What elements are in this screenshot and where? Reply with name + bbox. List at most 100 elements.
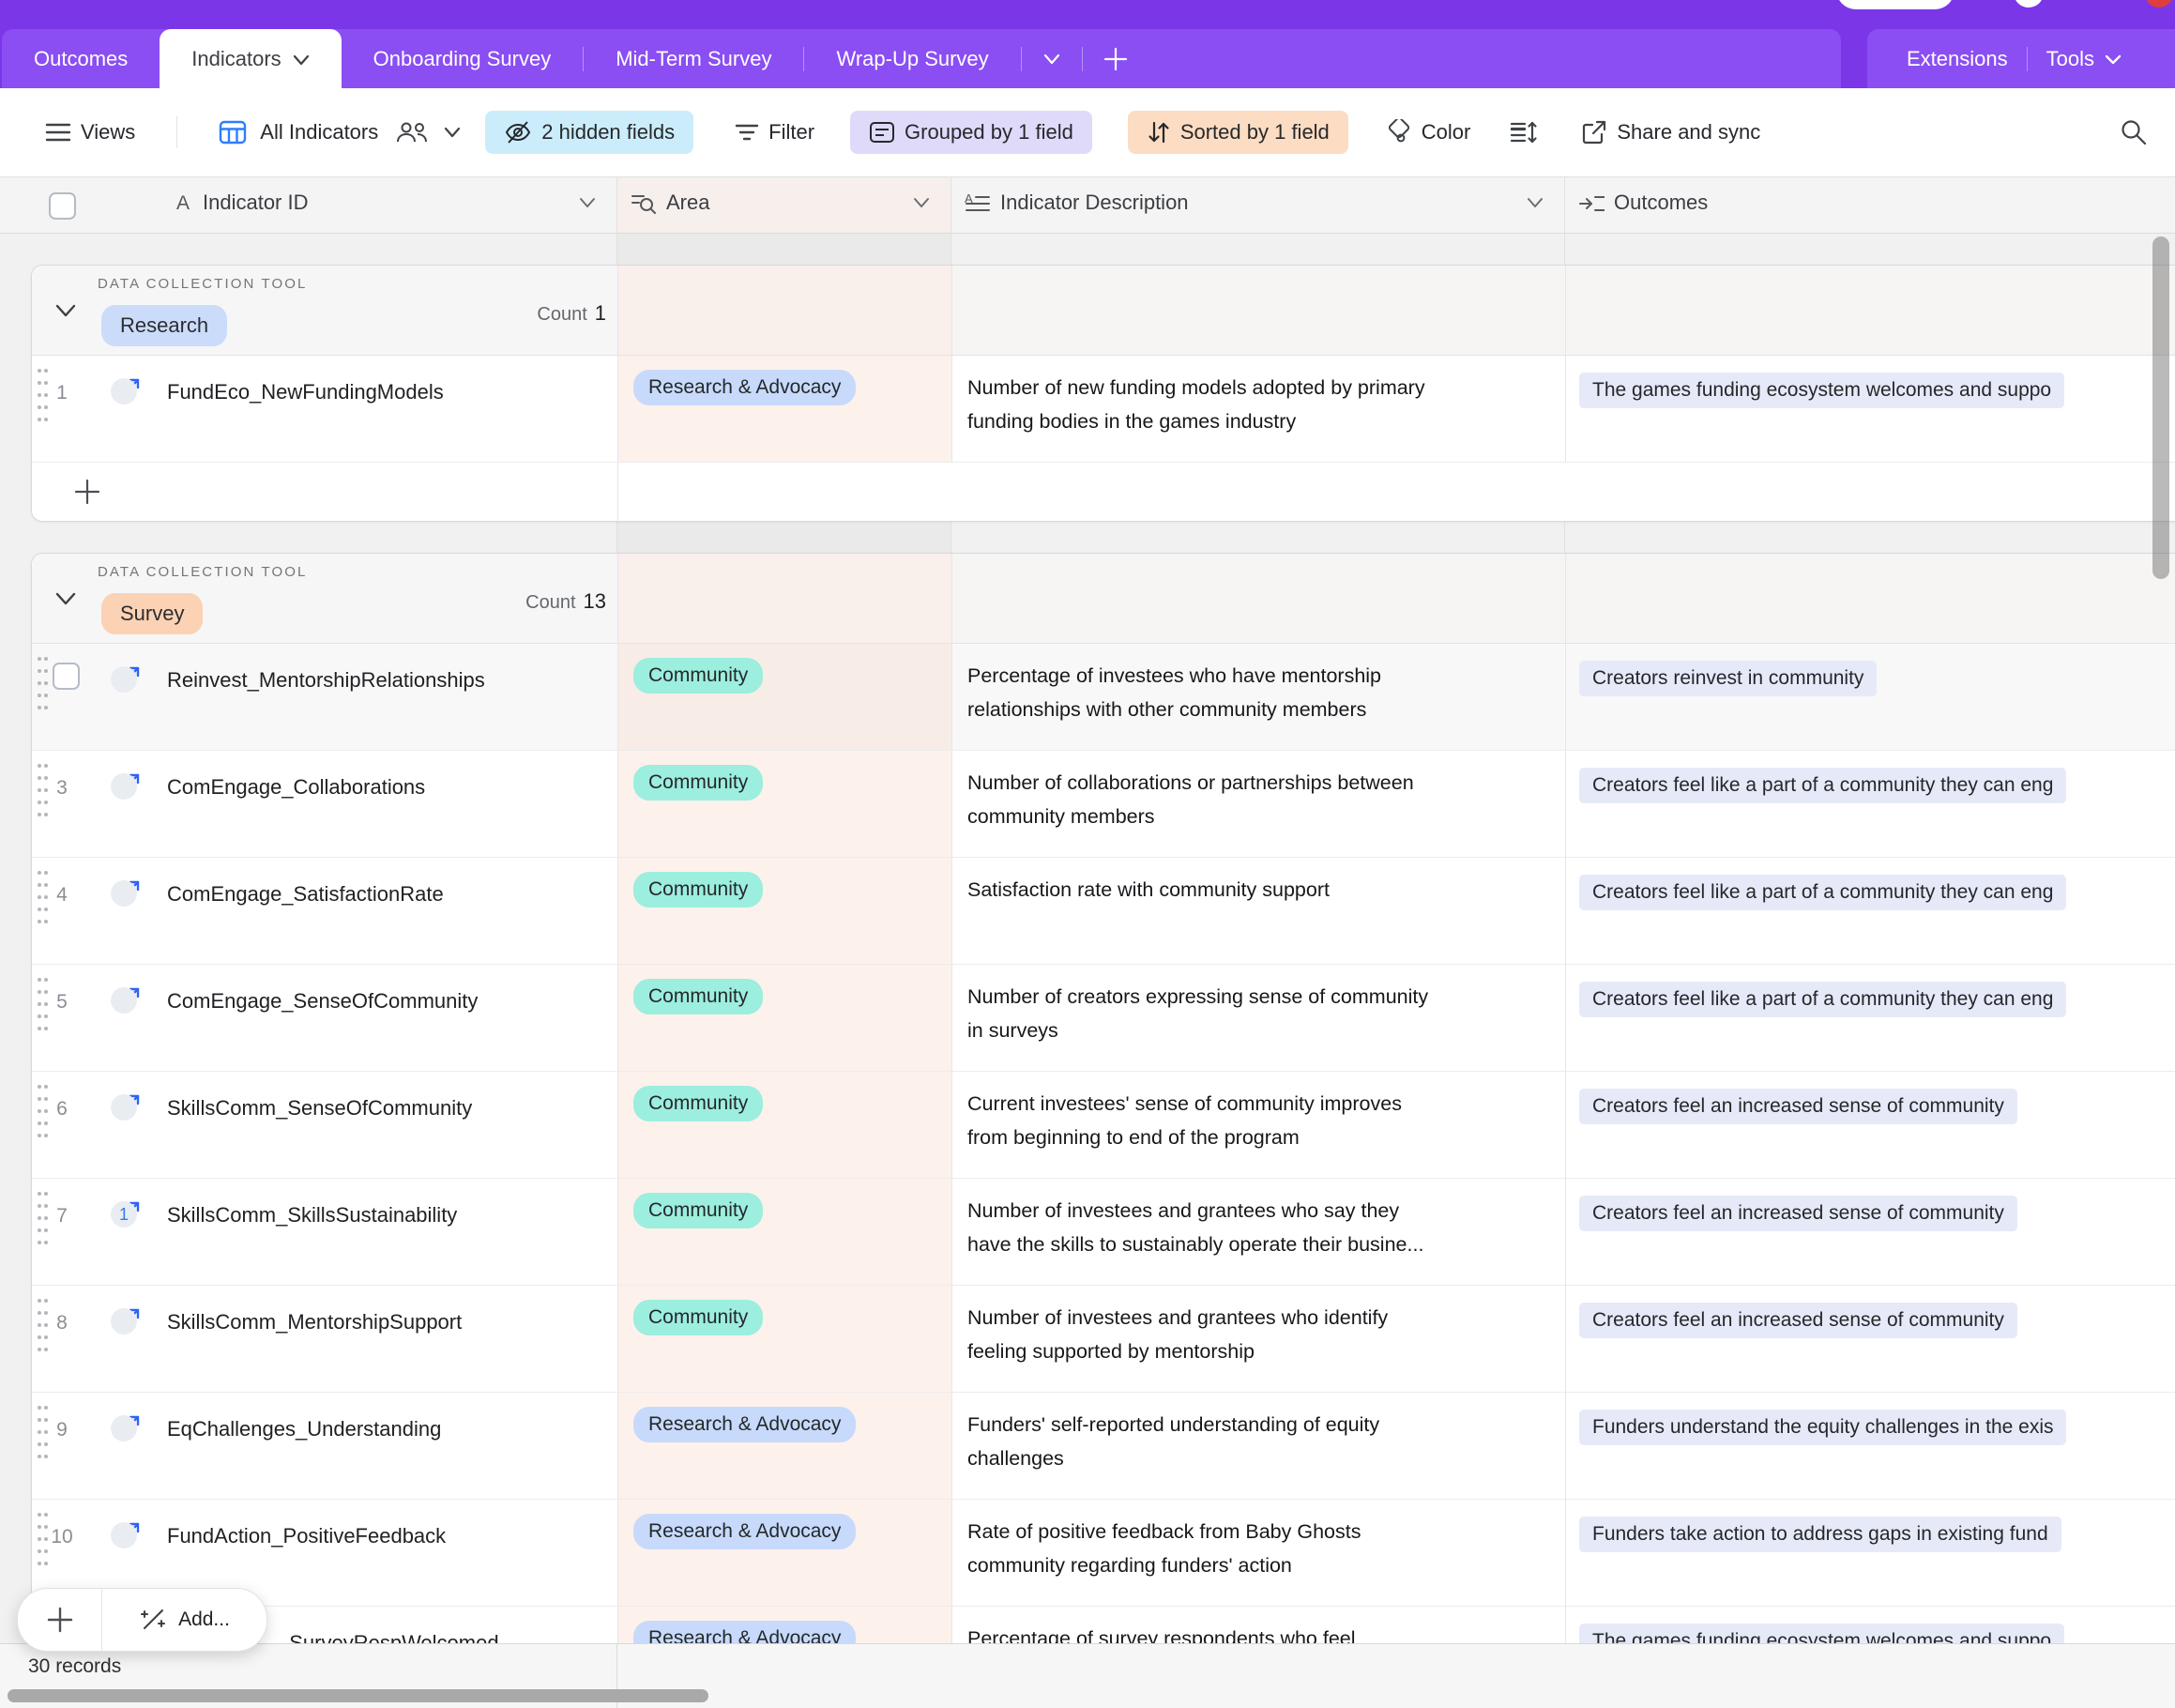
cell-indicator-id[interactable]: 6 SkillsComm_SenseOfCommunity	[32, 1072, 618, 1178]
comment-count-badge[interactable]	[111, 1522, 137, 1548]
cell-indicator-id[interactable]: 9 EqChallenges_Understanding	[32, 1393, 618, 1499]
view-switcher[interactable]: All Indicators	[219, 120, 461, 145]
cell-area[interactable]: Community	[618, 858, 952, 964]
comment-count-badge[interactable]	[111, 880, 137, 907]
comment-count-badge[interactable]	[111, 1308, 137, 1334]
horizontal-scrollbar[interactable]	[8, 1689, 708, 1702]
cell-description[interactable]: Funders' self-reported understanding of …	[952, 1393, 1566, 1499]
table-row[interactable]: 7 1 SkillsComm_SkillsSustainability Comm…	[32, 1179, 2175, 1286]
comment-count-badge[interactable]	[111, 1094, 137, 1121]
cell-area[interactable]: Community	[618, 1072, 952, 1178]
cell-outcomes[interactable]: Creators feel an increased sense of comm…	[1566, 1072, 2175, 1178]
column-header-indicator-description[interactable]: A Indicator Description	[951, 176, 1565, 233]
cell-outcomes[interactable]: Creators feel like a part of a community…	[1566, 858, 2175, 964]
group-button[interactable]: Grouped by 1 field	[850, 111, 1092, 154]
table-row[interactable]: 3 ComEngage_Collaborations Community Num…	[32, 751, 2175, 858]
table-row[interactable]: 9 EqChallenges_Understanding Research & …	[32, 1393, 2175, 1500]
table-row[interactable]: Reinvest_MentorshipRelationships Communi…	[32, 644, 2175, 751]
hidden-fields-button[interactable]: 2 hidden fields	[485, 111, 693, 154]
cell-area[interactable]: Community	[618, 1286, 952, 1392]
table-row[interactable]: 4 ComEngage_SatisfactionRate Community S…	[32, 858, 2175, 965]
cell-outcomes[interactable]: Creators feel like a part of a community…	[1566, 965, 2175, 1071]
filter-button[interactable]: Filter	[735, 120, 814, 145]
table-row[interactable]: 5 ComEngage_SenseOfCommunity Community N…	[32, 965, 2175, 1072]
table-row[interactable]: 10 FundAction_PositiveFeedback Research …	[32, 1500, 2175, 1607]
tab-indicators[interactable]: Indicators	[160, 29, 341, 88]
column-header-outcomes[interactable]: Outcomes	[1565, 176, 2175, 233]
add-table-button[interactable]	[1083, 29, 1148, 88]
cell-outcomes[interactable]: Creators feel an increased sense of comm…	[1566, 1179, 2175, 1285]
cell-description[interactable]: Percentage of survey respondents who fee…	[952, 1607, 1566, 1644]
cell-description[interactable]: Satisfaction rate with community support	[952, 858, 1566, 964]
select-all-checkbox[interactable]	[49, 192, 76, 220]
cell-area[interactable]: Research & Advocacy	[618, 1500, 952, 1606]
table-row[interactable]: _SurveyRespWelcomed Research & Advocacy …	[32, 1607, 2175, 1644]
cell-indicator-id[interactable]: 7 1 SkillsComm_SkillsSustainability	[32, 1179, 618, 1285]
chevron-down-icon[interactable]	[913, 197, 930, 208]
cell-description[interactable]: Percentage of investees who have mentors…	[952, 644, 1566, 750]
vertical-scrollbar[interactable]	[2152, 236, 2169, 579]
table-row[interactable]: 8 SkillsComm_MentorshipSupport Community…	[32, 1286, 2175, 1393]
cell-area[interactable]: Research & Advocacy	[618, 1393, 952, 1499]
cell-description[interactable]: Number of creators expressing sense of c…	[952, 965, 1566, 1071]
views-button[interactable]: Views	[45, 120, 135, 145]
search-button[interactable]	[2119, 117, 2149, 147]
cell-description[interactable]: Number of investees and grantees who say…	[952, 1179, 1566, 1285]
chevron-down-icon[interactable]	[1527, 197, 1544, 208]
cell-area[interactable]: Community	[618, 751, 952, 857]
comment-count-badge[interactable]	[111, 1415, 137, 1441]
cell-outcomes[interactable]: Creators feel like a part of a community…	[1566, 751, 2175, 857]
tools-button[interactable]: Tools	[2028, 47, 2141, 71]
cell-area[interactable]: Research & Advocacy	[618, 356, 952, 462]
table-row[interactable]: 6 SkillsComm_SenseOfCommunity Community …	[32, 1072, 2175, 1179]
comment-count-badge[interactable]	[111, 773, 137, 800]
cell-outcomes[interactable]: Creators feel an increased sense of comm…	[1566, 1286, 2175, 1392]
comment-count-badge[interactable]	[111, 987, 137, 1014]
cell-description[interactable]: Number of investees and grantees who ide…	[952, 1286, 1566, 1392]
cell-area[interactable]: Community	[618, 965, 952, 1071]
tab-outcomes[interactable]: Outcomes	[2, 29, 160, 88]
chevron-down-icon[interactable]	[579, 197, 596, 208]
comment-count-badge[interactable]: 1	[111, 1201, 137, 1228]
cell-area[interactable]: Community	[618, 644, 952, 750]
cell-outcomes[interactable]: Funders take action to address gaps in e…	[1566, 1500, 2175, 1606]
group-header[interactable]: DATA COLLECTION TOOL Survey Count13	[32, 554, 2175, 644]
cell-outcomes[interactable]: Creators reinvest in community	[1566, 644, 2175, 750]
cell-area[interactable]: Community	[618, 1179, 952, 1285]
column-header-area[interactable]: Area	[617, 176, 951, 233]
cell-description[interactable]: Number of new funding models adopted by …	[952, 356, 1566, 462]
sort-button[interactable]: Sorted by 1 field	[1128, 111, 1348, 154]
cell-indicator-id[interactable]: 1 FundEco_NewFundingModels	[32, 356, 618, 462]
cell-outcomes[interactable]: The games funding ecosystem welcomes and…	[1566, 1607, 2175, 1644]
tab-mid-term-survey[interactable]: Mid-Term Survey	[584, 29, 803, 88]
tab-onboarding-survey[interactable]: Onboarding Survey	[342, 29, 584, 88]
extensions-button[interactable]: Extensions	[1888, 47, 2027, 71]
cell-description[interactable]: Current investees' sense of community im…	[952, 1072, 1566, 1178]
group-header[interactable]: DATA COLLECTION TOOL Research Count1	[32, 266, 2175, 356]
comment-count-badge[interactable]	[111, 666, 137, 693]
cell-indicator-id[interactable]: 4 ComEngage_SatisfactionRate	[32, 858, 618, 964]
collapse-group-icon[interactable]	[54, 303, 77, 318]
cell-outcomes[interactable]: Funders understand the equity challenges…	[1566, 1393, 2175, 1499]
add-record-button[interactable]	[18, 1589, 101, 1651]
share-and-sync-button[interactable]: Share and sync	[1581, 119, 1760, 145]
cell-outcomes[interactable]: The games funding ecosystem welcomes and…	[1566, 356, 2175, 462]
add-with-ai-button[interactable]: Add...	[102, 1589, 266, 1651]
comment-count-badge[interactable]	[111, 378, 137, 404]
row-checkbox[interactable]	[53, 663, 80, 690]
cell-indicator-id[interactable]: 5 ComEngage_SenseOfCommunity	[32, 965, 618, 1071]
tab-wrap-up-survey[interactable]: Wrap-Up Survey	[804, 29, 1020, 88]
cell-indicator-id[interactable]: 3 ComEngage_Collaborations	[32, 751, 618, 857]
cell-description[interactable]: Rate of positive feedback from Baby Ghos…	[952, 1500, 1566, 1606]
collapse-group-icon[interactable]	[54, 591, 77, 606]
row-height-button[interactable]	[1510, 120, 1538, 145]
cell-indicator-id[interactable]: Reinvest_MentorshipRelationships	[32, 644, 618, 750]
tab-list-chevron[interactable]	[1022, 29, 1082, 88]
color-button[interactable]: Color	[1386, 119, 1471, 145]
cell-description[interactable]: Number of collaborations or partnerships…	[952, 751, 1566, 857]
drag-handle-icon[interactable]	[36, 655, 49, 713]
cell-indicator-id[interactable]: 8 SkillsComm_MentorshipSupport	[32, 1286, 618, 1392]
table-row[interactable]: 1 FundEco_NewFundingModels Research & Ad…	[32, 356, 2175, 463]
column-header-indicator-id[interactable]: A Indicator ID	[0, 176, 617, 233]
plus-icon[interactable]	[73, 478, 101, 506]
